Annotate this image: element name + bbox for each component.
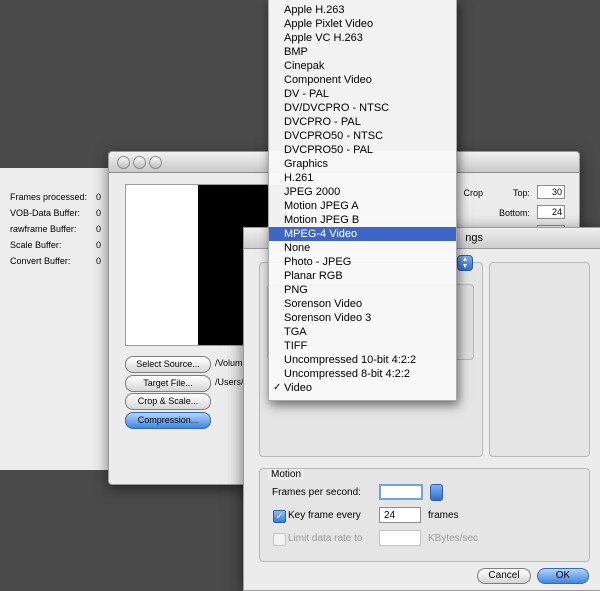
codec-menu-item[interactable]: DV - PAL: [269, 87, 456, 101]
keyframe-input[interactable]: 24: [379, 507, 421, 523]
crop-bottom-input[interactable]: 24: [537, 205, 565, 219]
motion-group-title: Motion: [268, 469, 305, 480]
codec-menu-item[interactable]: Apple Pixlet Video: [269, 17, 456, 31]
codec-menu-item[interactable]: Cinepak: [269, 59, 456, 73]
codec-menu-item[interactable]: DV/DVCPRO - NTSC: [269, 101, 456, 115]
crop-scale-button[interactable]: Crop & Scale...: [125, 393, 211, 410]
select-source-button[interactable]: Select Source...: [125, 356, 211, 373]
stats-panel: Frames processed: 0 VOB-Data Buffer: 0 r…: [0, 168, 116, 470]
codec-menu-item[interactable]: Graphics: [269, 157, 456, 171]
stat-label: Scale Buffer:: [10, 240, 62, 250]
cancel-button[interactable]: Cancel: [477, 568, 531, 584]
keyframe-checkbox[interactable]: ✓: [273, 510, 286, 523]
codec-menu-item[interactable]: Planar RGB: [269, 269, 456, 283]
source-path-label: /Volum: [215, 358, 243, 368]
preview-group: [489, 262, 590, 457]
stat-row-rawframe-buffer: rawframe Buffer: 0: [10, 224, 110, 234]
limit-rate-checkbox[interactable]: [273, 533, 286, 546]
limit-rate-unit-label: KBytes/sec: [428, 533, 479, 544]
codec-menu-item[interactable]: Video ✓: [269, 381, 456, 395]
minimize-window-icon[interactable]: [133, 156, 146, 169]
codec-menu-item[interactable]: Apple H.263: [269, 3, 456, 17]
stat-label: Convert Buffer:: [10, 256, 71, 266]
fps-stepper[interactable]: [430, 484, 443, 501]
codec-menu-item[interactable]: DVCPRO50 - PAL: [269, 143, 456, 157]
keyframe-unit-label: frames: [428, 510, 459, 521]
codec-menu-item[interactable]: None: [269, 241, 456, 255]
target-path-label: /Users/: [215, 377, 244, 387]
codec-menu-item[interactable]: MPEG-4 Video: [269, 227, 456, 241]
crop-title: Crop: [463, 188, 483, 198]
fps-input[interactable]: [379, 484, 423, 500]
chevron-updown-icon[interactable]: ▲ ▼: [457, 255, 473, 271]
stat-label: VOB-Data Buffer:: [10, 208, 80, 218]
stat-row-convert-buffer: Convert Buffer: 0: [10, 256, 110, 266]
crop-bottom-label: Bottom:: [498, 208, 530, 218]
checkmark-icon: ✓: [273, 382, 282, 393]
codec-menu-item[interactable]: Sorenson Video 3: [269, 311, 456, 325]
target-file-button[interactable]: Target File...: [125, 375, 211, 392]
codec-menu-item[interactable]: Sorenson Video: [269, 297, 456, 311]
codec-menu-item[interactable]: PNG: [269, 283, 456, 297]
limit-rate-input[interactable]: [379, 530, 421, 546]
codec-menu-item[interactable]: DVCPRO - PAL: [269, 115, 456, 129]
compression-button[interactable]: Compression...: [125, 412, 211, 429]
codec-menu-item[interactable]: Apple VC H.263: [269, 31, 456, 45]
keyframe-label: Key frame every: [288, 510, 361, 521]
codec-menu-item[interactable]: Component Video: [269, 73, 456, 87]
zoom-window-icon[interactable]: [149, 156, 162, 169]
crop-top-input[interactable]: 30: [537, 185, 565, 199]
stat-label: rawframe Buffer:: [10, 224, 77, 234]
codec-menu-item[interactable]: JPEG 2000: [269, 185, 456, 199]
codec-menu-item[interactable]: Uncompressed 8-bit 4:2:2: [269, 367, 456, 381]
codec-menu-item[interactable]: Photo - JPEG: [269, 255, 456, 269]
codec-menu-item[interactable]: TGA: [269, 325, 456, 339]
codec-menu-item[interactable]: Motion JPEG A: [269, 199, 456, 213]
codec-menu-item[interactable]: Motion JPEG B: [269, 213, 456, 227]
stat-row-frames-processed: Frames processed: 0: [10, 192, 110, 202]
stat-row-scale-buffer: Scale Buffer: 0: [10, 240, 110, 250]
codec-menu: Apple H.263 Apple Pixlet Video Apple VC H.…: [268, 0, 457, 401]
crop-top-label: Top:: [512, 188, 530, 198]
close-window-icon[interactable]: [117, 156, 130, 169]
sheet-title: ngs: [465, 232, 483, 244]
codec-menu-item[interactable]: TIFF: [269, 339, 456, 353]
codec-menu-item[interactable]: DVCPRO50 - NTSC: [269, 129, 456, 143]
stat-label: Frames processed:: [10, 192, 88, 202]
limit-rate-label: Limit data rate to: [288, 533, 363, 544]
codec-menu-item[interactable]: BMP: [269, 45, 456, 59]
stat-row-vob-data-buffer: VOB-Data Buffer: 0: [10, 208, 110, 218]
codec-menu-item[interactable]: Uncompressed 10-bit 4:2:2: [269, 353, 456, 367]
codec-menu-item[interactable]: H.261: [269, 171, 456, 185]
ok-button[interactable]: OK: [537, 568, 589, 584]
fps-label: Frames per second:: [272, 487, 361, 498]
